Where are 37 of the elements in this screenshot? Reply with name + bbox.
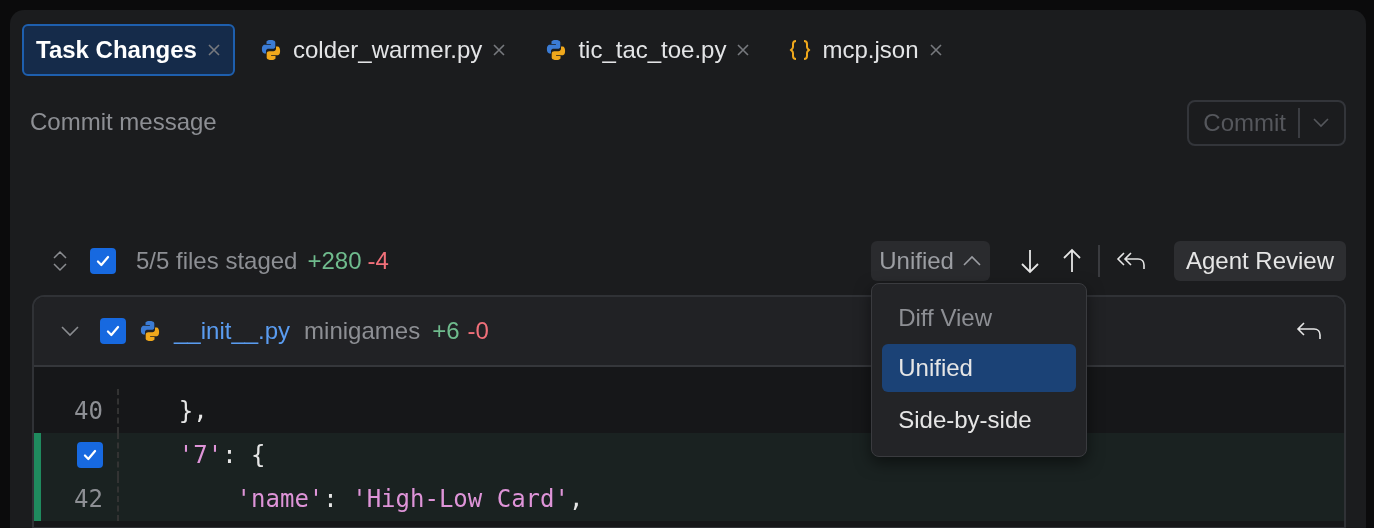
- chevron-icon[interactable]: [60, 325, 80, 337]
- tab[interactable]: colder_warmer.py: [244, 24, 521, 76]
- tab[interactable]: mcp.json: [774, 24, 957, 76]
- menu-item[interactable]: Unified: [882, 344, 1077, 392]
- file-name[interactable]: __init__.py: [174, 317, 291, 345]
- close-icon[interactable]: [492, 43, 507, 57]
- reply-all-icon[interactable]: [1115, 251, 1146, 271]
- tab[interactable]: tic_tac_toe.py: [530, 24, 765, 76]
- diff-view-dropdown[interactable]: Unified: [871, 241, 990, 281]
- agent-review-button[interactable]: Agent Review: [1173, 241, 1346, 281]
- revert-icon[interactable]: [1296, 321, 1322, 341]
- menu-item[interactable]: Side-by-side: [882, 396, 1077, 444]
- staged-summary: 5/5 files staged: [136, 247, 298, 275]
- chevron-up-icon: [961, 255, 982, 267]
- added-count: +280: [307, 247, 362, 275]
- close-icon[interactable]: [928, 43, 943, 57]
- added-count: +6: [432, 317, 460, 345]
- tab[interactable]: Task Changes: [22, 24, 235, 76]
- expand-collapse-icon[interactable]: [52, 249, 68, 273]
- close-icon[interactable]: [206, 43, 221, 57]
- python-icon: [138, 319, 162, 343]
- folder-name: minigames: [304, 317, 421, 345]
- code-line: '7': {: [177, 441, 266, 469]
- line-number: 40: [74, 397, 103, 425]
- arrow-down-icon[interactable]: [1019, 248, 1040, 274]
- close-icon[interactable]: [736, 43, 751, 57]
- code-line: 'name': 'High-Low Card',: [235, 485, 584, 513]
- line-number: 42: [74, 485, 103, 513]
- removed-count: -4: [367, 247, 389, 275]
- removed-count: -0: [467, 317, 489, 345]
- arrow-up-icon[interactable]: [1061, 248, 1082, 274]
- checkbox[interactable]: [100, 318, 126, 344]
- checkbox[interactable]: [77, 442, 103, 468]
- menu-title: Diff View: [897, 303, 994, 333]
- checkbox[interactable]: [90, 248, 116, 274]
- code-line: },: [177, 397, 208, 425]
- braces-icon: [788, 38, 813, 62]
